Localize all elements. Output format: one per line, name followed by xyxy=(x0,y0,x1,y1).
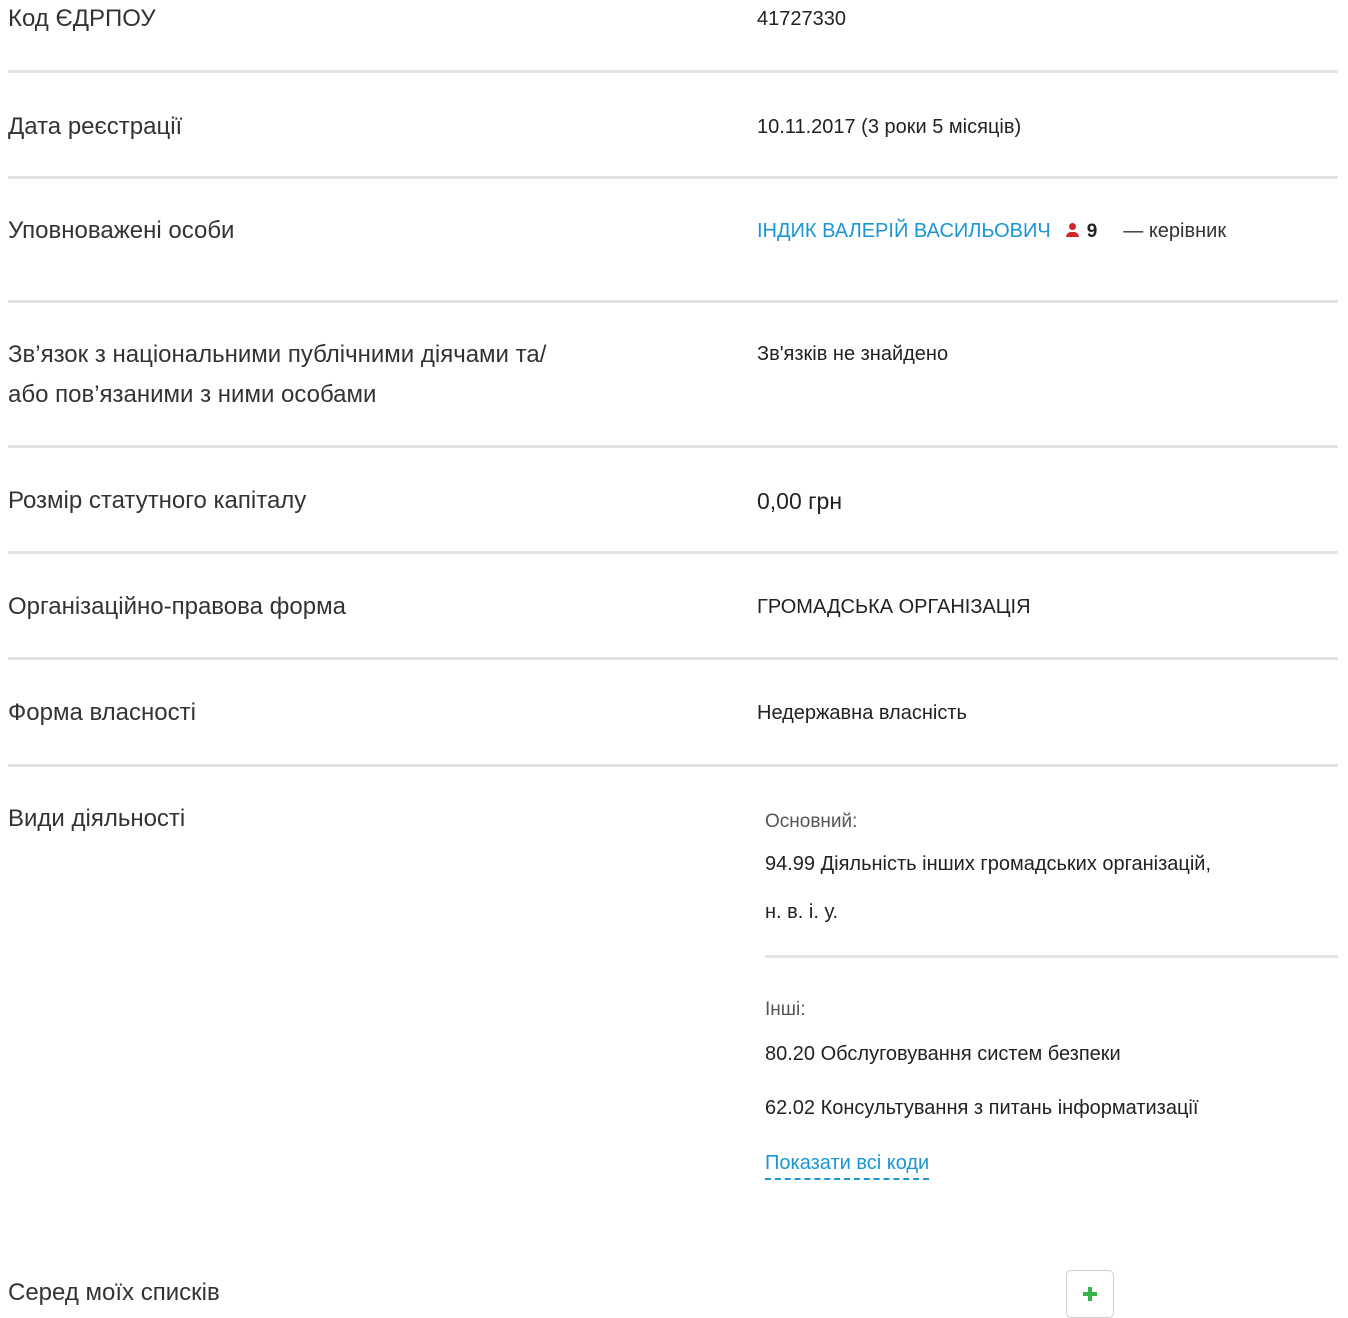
edrpou-value: 41727330 xyxy=(757,8,846,30)
pep-connection-label-line2: або пов’язаними з ними особами xyxy=(8,381,377,408)
person-count: 9 xyxy=(1086,221,1098,242)
divider xyxy=(8,551,1338,554)
legal-form-label: Організаційно-правова форма xyxy=(8,593,346,620)
main-activity-line1: 94.99 Діяльність інших громадських орган… xyxy=(765,853,1212,875)
person-role: — керівник xyxy=(1123,220,1227,242)
my-lists-label: Серед моїх списків xyxy=(8,1279,220,1306)
ownership-form-value: Недержавна власність xyxy=(757,702,967,724)
main-activity-line2: н. в. і. у. xyxy=(765,901,839,923)
divider xyxy=(8,445,1338,448)
activities-label: Види діяльності xyxy=(8,805,186,832)
pep-connection-value: Зв'язків не знайдено xyxy=(757,343,949,365)
registration-date: 10.11.2017 xyxy=(757,116,856,138)
show-all-codes-link[interactable]: Показати всі коди xyxy=(765,1148,930,1180)
authorized-person-entry: ІНДИК ВАЛЕРІЙ ВАСИЛЬОВИЧ 9 — керівник xyxy=(757,216,1226,247)
other-activity-item: 80.20 Обслуговування систем безпеки xyxy=(765,1043,1121,1065)
other-activities-label: Інші: xyxy=(765,999,806,1020)
person-icon xyxy=(1065,222,1079,238)
capital-value: 0,00 грн xyxy=(757,488,843,514)
edrpou-label: Код ЄДРПОУ xyxy=(8,5,156,32)
registration-date-label: Дата реєстрації xyxy=(8,113,183,140)
capital-label: Розмір статутного капіталу xyxy=(8,487,307,514)
legal-form-value: ГРОМАДСЬКА ОРГАНІЗАЦІЯ xyxy=(757,596,1031,618)
divider xyxy=(8,176,1338,179)
main-activity-label: Основний: xyxy=(765,811,858,832)
divider xyxy=(8,657,1338,660)
other-activity-item: 62.02 Консультування з питань інформатиз… xyxy=(765,1097,1199,1119)
pep-connection-label-line1: Зв’язок з національними публічними діяча… xyxy=(8,341,547,368)
activities-subdivider xyxy=(765,955,1338,958)
divider xyxy=(8,70,1338,73)
divider xyxy=(8,300,1338,303)
authorized-persons-label: Уповноважені особи xyxy=(8,217,235,244)
registration-age: (3 роки 5 місяців) xyxy=(855,116,1022,138)
registration-date-value: 10.11.2017 (3 роки 5 місяців) xyxy=(757,112,1021,142)
divider xyxy=(8,764,1338,767)
add-to-list-button[interactable] xyxy=(1066,1270,1114,1318)
plus-icon xyxy=(1083,1287,1097,1301)
ownership-form-label: Форма власності xyxy=(8,699,196,726)
authorized-person-link[interactable]: ІНДИК ВАЛЕРІЙ ВАСИЛЬОВИЧ xyxy=(757,220,1051,242)
